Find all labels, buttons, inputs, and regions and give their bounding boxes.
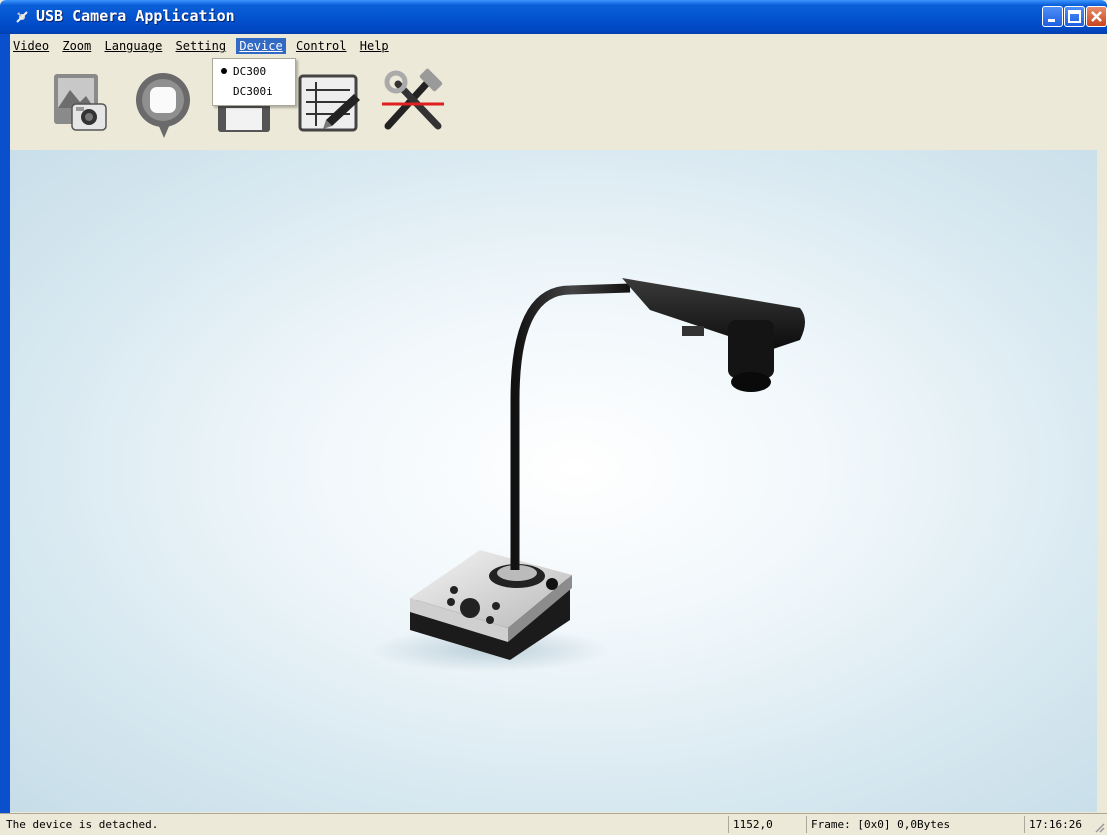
capture-photo-button[interactable] [46,68,116,138]
minimize-button[interactable] [1042,6,1063,27]
annotate-button[interactable] [296,68,366,138]
device-dropdown-menu: DC300 DC300i [212,58,296,106]
menu-language[interactable]: Language [102,38,166,54]
tools-wrench-hammer-icon [382,68,444,130]
app-icon [16,11,28,23]
status-message: The device is detached. [6,818,159,831]
menu-control[interactable]: Control [293,38,350,54]
settings-tools-button[interactable] [378,68,448,138]
resize-grip-icon[interactable] [1093,821,1105,833]
annotate-pen-icon [298,74,360,132]
status-time: 17:16:26 [1024,816,1090,833]
menu-setting[interactable]: Setting [173,38,230,54]
toolbar [10,58,1107,150]
device-option-dc300i[interactable]: DC300i [213,82,295,102]
close-button[interactable] [1086,6,1107,27]
menu-bar: Video Zoom Language Setting Device Contr… [10,38,392,58]
camera-preview [10,150,1097,812]
menu-device[interactable]: Device [236,38,286,54]
minimize-icon [1048,19,1055,22]
device-option-label: DC300i [233,85,273,98]
document-camera-image [370,278,805,672]
photo-camera-icon [54,74,107,131]
close-icon [1091,11,1102,22]
menu-help[interactable]: Help [357,38,392,54]
maximize-button[interactable] [1064,6,1085,27]
status-coords: 1152,0 [728,816,806,833]
window-title: USB Camera Application [36,7,235,25]
title-bar: USB Camera Application [0,0,1107,34]
device-option-label: DC300 [233,65,267,78]
selected-bullet-icon [221,68,227,74]
status-frame-info: Frame: [0x0] 0,0Bytes [806,816,1024,833]
window-frame-left [0,34,10,834]
device-option-dc300[interactable]: DC300 [213,62,295,82]
maximize-icon [1068,10,1081,23]
record-button[interactable] [128,68,198,138]
status-bar: The device is detached. 1152,0 Frame: [0… [0,813,1107,835]
menu-zoom[interactable]: Zoom [59,38,94,54]
record-bubble-icon [136,73,190,138]
menu-video[interactable]: Video [10,38,52,54]
